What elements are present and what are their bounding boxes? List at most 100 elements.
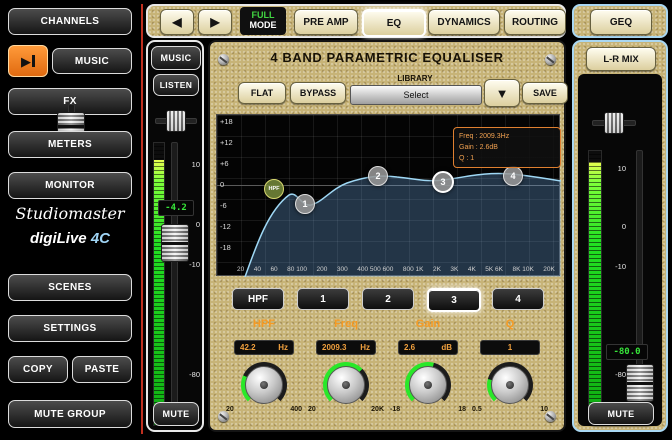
freq-axis: 20 40 60 80 100 200 300 400 500 600 800 1K 2… — [237, 266, 555, 273]
knob-label-freq: Freq — [334, 318, 358, 330]
preamp-tab-label: PRE AMP — [303, 16, 349, 28]
full-mode-line2: MODE — [249, 20, 277, 30]
flat-label: FLAT — [250, 88, 274, 98]
band-button-3[interactable]: 3 — [427, 288, 481, 312]
freq-knob[interactable] — [323, 362, 369, 408]
lr-scale-0: 0 — [621, 222, 626, 231]
db-label: +12 — [220, 138, 233, 147]
play-pause-icon: ▶ — [21, 53, 31, 69]
mute-label: MUTE — [162, 409, 190, 419]
point-1-label: 1 — [302, 199, 308, 209]
eq-graph[interactable]: +18 +12 +6 0 -6 -12 -18 20 40 60 80 100 20… — [216, 114, 561, 277]
freq-unit: Hz — [360, 343, 370, 352]
fader-handle[interactable] — [161, 224, 189, 262]
library-caption: LIBRARY — [397, 74, 433, 83]
library-selected-value: Select — [403, 90, 429, 100]
tab-dynamics[interactable]: DYNAMICS — [428, 9, 500, 35]
lr-level-meter — [588, 150, 602, 416]
eq-point-3[interactable]: 3 — [432, 171, 454, 193]
left-channel-strip: MUSIC LISTEN 10 0 -10 -80 -4.2 MUTE — [146, 40, 204, 432]
next-channel-button[interactable]: ▶ — [198, 9, 232, 35]
db-label: 0 — [220, 180, 225, 189]
point-2-label: 2 — [375, 171, 381, 181]
tab-preamp[interactable]: PRE AMP — [294, 9, 358, 35]
strip-name-label: MUSIC — [160, 53, 192, 63]
save-label: SAVE — [533, 88, 557, 98]
tab-eq[interactable]: EQ — [362, 9, 426, 37]
point-3-label: 3 — [440, 177, 446, 187]
db-label: +18 — [220, 117, 233, 126]
scenes-label: SCENES — [48, 282, 92, 293]
listen-button[interactable]: LISTEN — [153, 74, 199, 96]
knob-label-q: Q — [505, 318, 515, 330]
bypass-button[interactable]: BYPASS — [290, 82, 346, 104]
band-hpf-label: HPF — [248, 293, 268, 305]
geq-button[interactable]: GEQ — [590, 9, 652, 35]
freq-max: 20K — [371, 406, 384, 413]
prev-channel-button[interactable]: ◀ — [160, 9, 194, 35]
channels-label: CHANNELS — [40, 16, 100, 27]
lr-scale-minus10: -10 — [615, 262, 626, 271]
lr-mute-label: MUTE — [607, 408, 635, 419]
hpf-knob[interactable] — [241, 362, 287, 408]
sidebar-item-music[interactable]: MUSIC — [52, 48, 132, 74]
flat-button[interactable]: FLAT — [238, 82, 286, 104]
lr-mute-button[interactable]: MUTE — [588, 402, 654, 425]
q-min: 0.5 — [472, 406, 482, 413]
band-button-1[interactable]: 1 — [297, 288, 349, 310]
eq-point-2[interactable]: 2 — [368, 166, 388, 186]
band-button-2[interactable]: 2 — [362, 288, 414, 310]
save-button[interactable]: SAVE — [522, 82, 568, 104]
hpf-max: 400 — [290, 406, 302, 413]
sidebar-item-settings[interactable]: SETTINGS — [8, 315, 132, 342]
sidebar-item-mute-group[interactable]: MUTE GROUP — [8, 400, 132, 428]
mute-group-label: MUTE GROUP — [34, 408, 106, 420]
band-3-label: 3 — [451, 294, 457, 306]
sidebar-item-monitor[interactable]: MONITOR — [8, 172, 132, 199]
lr-fader-handle[interactable] — [626, 364, 654, 402]
eq-tab-label: EQ — [386, 17, 402, 29]
studiomaster-logo: Studiomaster — [15, 204, 125, 223]
hpf-value: 42.2 — [240, 343, 256, 352]
band-button-4[interactable]: 4 — [492, 288, 544, 310]
fader-value: -4.2 — [165, 203, 187, 213]
freq-value: 2009.3 — [322, 343, 347, 352]
lr-pan-slider[interactable] — [604, 112, 624, 134]
eq-point-hpf[interactable]: HPF — [264, 179, 284, 199]
library-dropdown-button[interactable]: ▼ — [484, 79, 520, 107]
lr-mix-button[interactable]: L-R MIX — [586, 47, 656, 71]
eq-main-panel: 4 BAND PARAMETRIC EQUALISER FLAT BYPASS … — [208, 40, 568, 432]
tab-routing[interactable]: ROUTING — [504, 9, 566, 35]
gain-knob[interactable] — [405, 362, 451, 408]
meters-label: METERS — [47, 139, 93, 150]
eq-point-4[interactable]: 4 — [503, 166, 523, 186]
q-knob[interactable] — [487, 362, 533, 408]
q-value-display: 1 — [480, 340, 540, 355]
monitor-label: MONITOR — [45, 180, 95, 191]
chevron-down-icon: ▼ — [495, 85, 509, 101]
mute-button[interactable]: MUTE — [153, 402, 199, 426]
fader-track — [171, 142, 178, 426]
lr-fader-value: -80.0 — [613, 347, 641, 357]
hpf-value-display: 42.2 Hz — [234, 340, 294, 355]
transport-play-button[interactable]: ▶ — [8, 45, 48, 77]
sidebar-item-meters[interactable]: METERS — [8, 131, 132, 158]
band-2-label: 2 — [385, 293, 391, 305]
sidebar-item-channels[interactable]: CHANNELS — [8, 8, 132, 35]
full-mode-button[interactable]: FULL MODE — [240, 7, 286, 35]
lr-scale-minus80: -80 — [615, 370, 626, 379]
hpf-min: 20 — [226, 406, 234, 413]
strip-name-button[interactable]: MUSIC — [151, 46, 201, 70]
scale-minus80: -80 — [189, 370, 200, 379]
copy-button[interactable]: COPY — [8, 356, 68, 383]
sidebar-item-scenes[interactable]: SCENES — [8, 274, 132, 301]
gain-value-display: 2.6 dB — [398, 340, 458, 355]
library-select[interactable]: Select — [350, 85, 482, 105]
eq-point-1[interactable]: 1 — [295, 194, 315, 214]
freq-value-display: 2009.3 Hz — [316, 340, 376, 355]
scale-10: 10 — [191, 160, 200, 169]
paste-button[interactable]: PASTE — [72, 356, 132, 383]
pan-slider[interactable] — [166, 110, 186, 132]
db-label: -12 — [220, 222, 231, 231]
band-button-hpf[interactable]: HPF — [232, 288, 284, 310]
